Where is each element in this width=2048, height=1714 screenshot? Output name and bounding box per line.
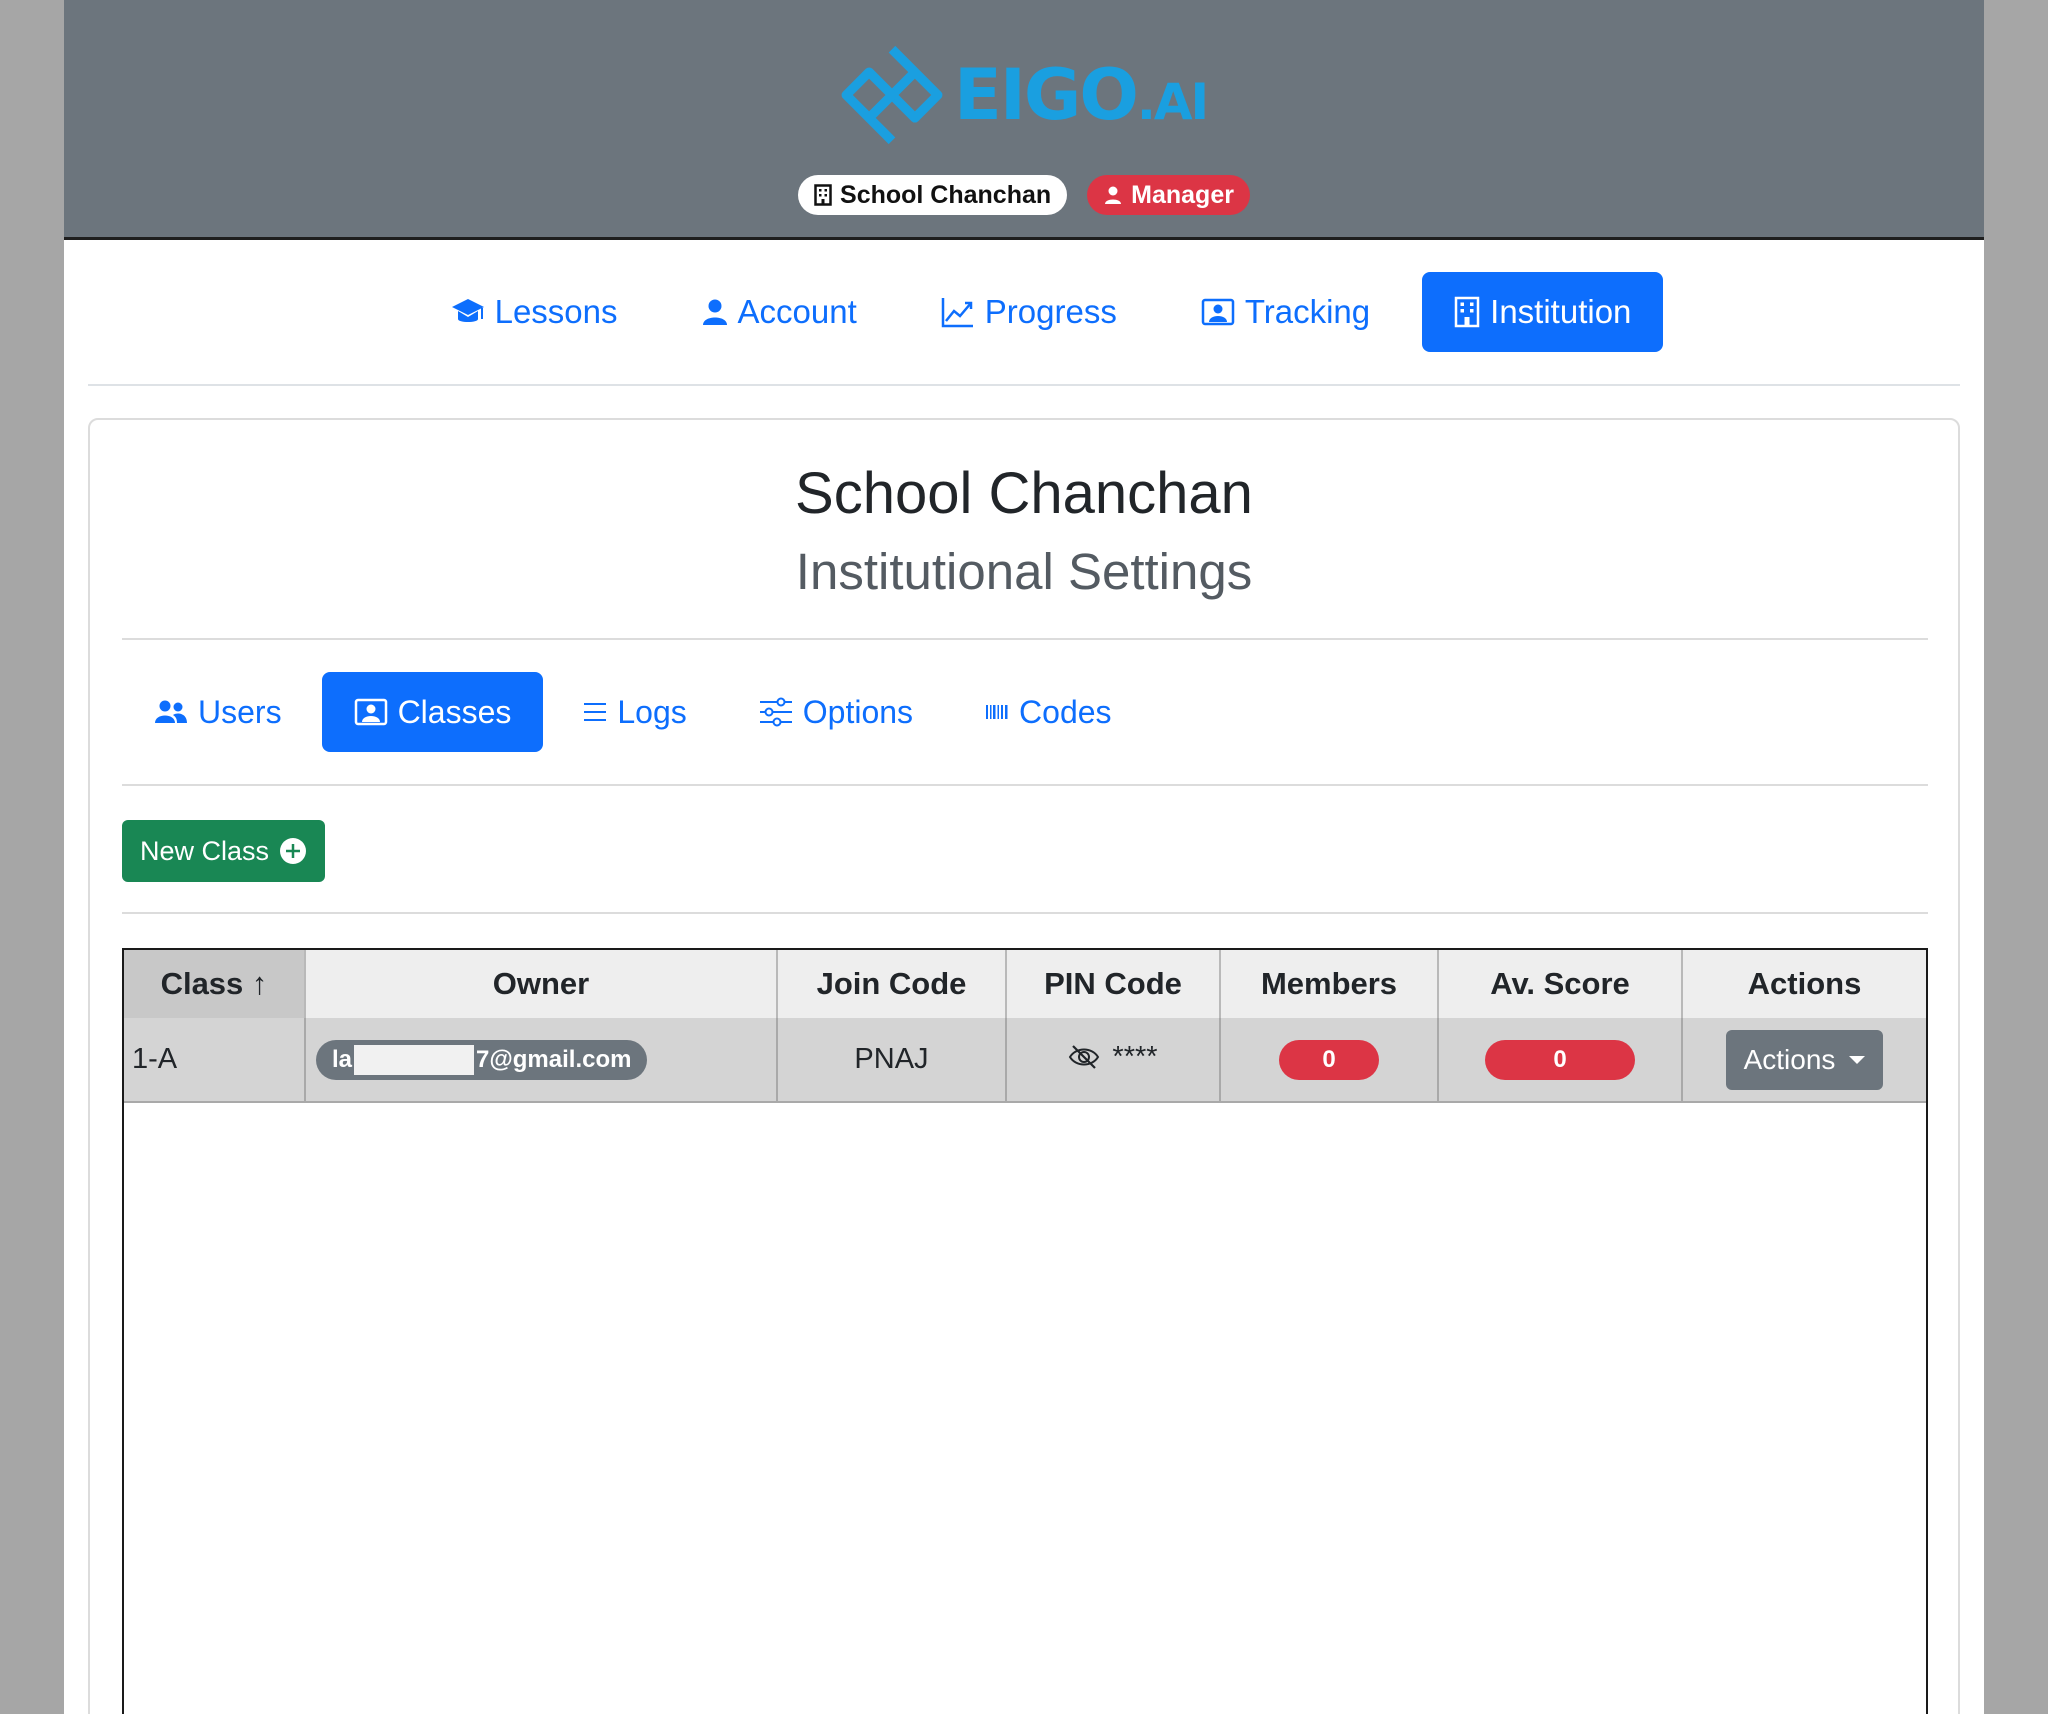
role-badge-label: Manager (1131, 180, 1234, 209)
column-header-class-label: Class (160, 966, 244, 1001)
app-header: EIGO.AI School Chanchan Manager (64, 0, 1984, 240)
page: EIGO.AI School Chanchan Manager Lessons … (64, 0, 1984, 1714)
role-badge: Manager (1087, 175, 1250, 215)
tab-classes[interactable]: Classes (321, 672, 544, 752)
graduation-cap-icon (451, 299, 484, 322)
nav-institution[interactable]: Institution (1422, 272, 1664, 352)
building-icon (814, 184, 832, 206)
institution-card: School Chanchan Institutional Settings U… (88, 418, 1960, 1714)
tabs-divider (122, 784, 1928, 786)
page-title: School Chanchan (795, 461, 1253, 526)
nav-progress[interactable]: Progress (909, 272, 1149, 352)
logo-mark-icon (841, 45, 943, 145)
table-row: 1-A la 7@gmail.com PNAJ **** 0 0 Actions (124, 1018, 1926, 1103)
school-badge: School Chanchan (798, 175, 1068, 215)
page-subtitle: Institutional Settings (795, 543, 1253, 600)
column-header-pin-code[interactable]: PIN Code (1006, 950, 1221, 1018)
list-icon (584, 703, 607, 721)
column-header-class[interactable]: Class ↑ (124, 950, 306, 1018)
sliders-icon (759, 697, 792, 727)
owner-email-badge: la 7@gmail.com (316, 1039, 648, 1080)
score-badge: 0 (1485, 1039, 1635, 1080)
nav-lessons[interactable]: Lessons (419, 272, 650, 352)
person-icon (702, 299, 727, 325)
actions-dropdown-button[interactable]: Actions (1725, 1029, 1884, 1090)
title-divider (122, 638, 1928, 640)
members-count-badge: 0 (1279, 1039, 1379, 1080)
nav-institution-label: Institution (1490, 293, 1632, 330)
tab-options-label: Options (802, 693, 914, 730)
logo-wordmark: EIGO.AI (954, 54, 1209, 136)
actions-cell: Actions (1682, 1018, 1926, 1103)
nav-progress-label: Progress (984, 293, 1117, 330)
barcode-icon (986, 705, 1008, 719)
institution-tabs: Users Classes Logs Options Codes (122, 672, 1144, 752)
new-class-button[interactable]: New Class (122, 820, 326, 882)
person-icon (1105, 186, 1122, 204)
class-name-cell: 1-A (124, 1018, 306, 1103)
people-icon (155, 700, 187, 723)
eigo-logo[interactable]: EIGO.AI (840, 40, 1209, 150)
column-header-members[interactable]: Members (1220, 950, 1439, 1018)
toolbar-divider (122, 912, 1928, 914)
school-badge-label: School Chanchan (840, 180, 1052, 209)
nav-divider (88, 384, 1960, 386)
column-header-owner[interactable]: Owner (305, 950, 778, 1018)
header-badges: School Chanchan Manager (64, 175, 1984, 215)
pin-code-cell: **** (1006, 1018, 1221, 1103)
join-code-cell: PNAJ (777, 1018, 1007, 1103)
tab-options[interactable]: Options (727, 672, 945, 752)
table-header-row: Class ↑ Owner Join Code PIN Code Members… (124, 950, 1926, 1018)
tab-users-label: Users (198, 693, 282, 730)
tab-classes-label: Classes (397, 693, 512, 730)
members-cell: 0 (1220, 1018, 1439, 1103)
column-header-score[interactable]: Av. Score (1438, 950, 1683, 1018)
nav-account[interactable]: Account (670, 272, 889, 352)
tab-codes-label: Codes (1019, 693, 1112, 730)
tab-logs-label: Logs (617, 693, 687, 730)
nav-lessons-label: Lessons (494, 293, 618, 330)
column-header-actions: Actions (1682, 950, 1926, 1018)
score-cell: 0 (1438, 1018, 1683, 1103)
building-icon (1454, 296, 1480, 328)
classes-table: Class ↑ Owner Join Code PIN Code Members… (122, 948, 1928, 1714)
tab-logs[interactable]: Logs (551, 672, 718, 752)
main-nav: Lessons Account Progress Tracking Instit… (64, 272, 1984, 352)
owner-email-prefix: la (332, 1045, 353, 1073)
nav-account-label: Account (737, 293, 857, 330)
pin-code-masked: **** (1112, 1040, 1158, 1073)
line-chart-icon (941, 298, 973, 328)
person-video-icon (1201, 298, 1235, 326)
column-header-join-code[interactable]: Join Code (777, 950, 1007, 1018)
nav-tracking-label: Tracking (1244, 293, 1371, 330)
nav-tracking[interactable]: Tracking (1169, 272, 1402, 352)
person-video-icon (354, 698, 387, 726)
actions-dropdown-label: Actions (1743, 1043, 1836, 1075)
sort-ascending-icon: ↑ (251, 966, 268, 1001)
caret-down-icon (1849, 1055, 1866, 1064)
redaction-block (354, 1044, 475, 1075)
eye-slash-icon[interactable] (1068, 1044, 1100, 1070)
tab-codes[interactable]: Codes (953, 672, 1144, 752)
owner-email-suffix: 7@gmail.com (476, 1045, 632, 1073)
new-class-label: New Class (140, 835, 270, 866)
tab-users[interactable]: Users (122, 672, 314, 752)
owner-cell: la 7@gmail.com (305, 1018, 778, 1103)
plus-circle-icon (280, 838, 307, 864)
